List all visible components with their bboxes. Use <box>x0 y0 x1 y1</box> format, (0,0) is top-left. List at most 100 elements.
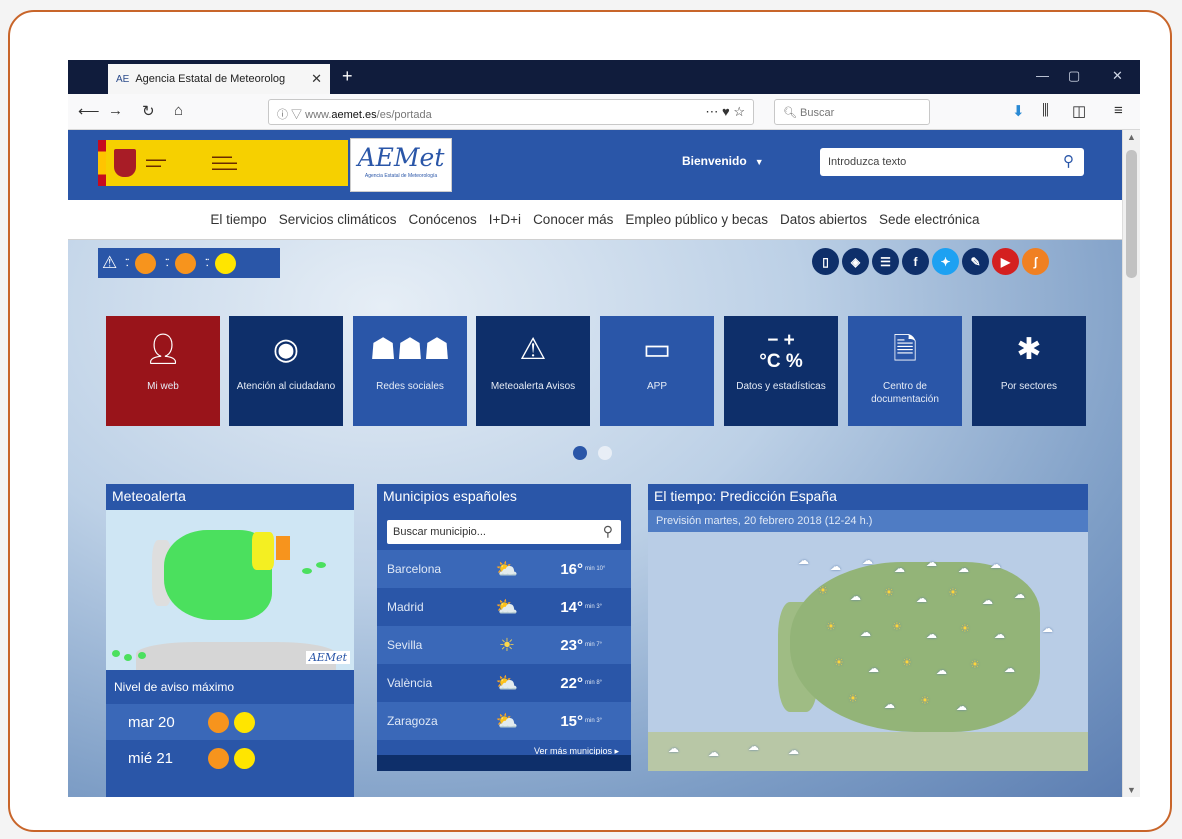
municipio-row[interactable]: Sevilla ☀ 23° min 7° <box>377 626 631 664</box>
cloud-icon: ☁ <box>884 699 895 711</box>
temp-min: min 7° <box>585 642 603 648</box>
sectors-icon: ✱ <box>1016 333 1042 366</box>
temp-max: 23° <box>560 636 583 654</box>
tile-datos-estadisticas[interactable]: − + °C % Datos y estadísticas <box>724 316 838 426</box>
menu-item-servicios-climaticos[interactable]: Servicios climáticos <box>279 212 397 227</box>
tile-centro-documentacion[interactable]: 🗎︎ Centro de documentación <box>848 316 962 426</box>
info-icon[interactable]: ⓘ ▽ <box>277 109 305 121</box>
prediccion-panel[interactable]: Previsión martes, 20 febrero 2018 (12-24… <box>648 510 1088 771</box>
warning-icon: ⚠ <box>102 253 118 272</box>
tile-por-sectores[interactable]: ✱ Por sectores <box>972 316 1086 426</box>
mobile-icon[interactable]: ▯ <box>812 248 839 275</box>
tab-aemet[interactable]: AE Agencia Estatal de Meteorolog ✕ <box>108 64 330 94</box>
alert-day-row[interactable]: mié 21 <box>106 740 354 776</box>
tab-title: Agencia Estatal de Meteorolog <box>135 73 286 85</box>
blog-icon[interactable]: ✎ <box>962 248 989 275</box>
forward-icon[interactable]: → <box>108 102 123 119</box>
menu-item-sede-electronica[interactable]: Sede electrónica <box>879 212 980 227</box>
municipio-row[interactable]: Madrid ⛅ 14° min 3° <box>377 588 631 626</box>
tile-meteoalerta-avisos[interactable]: ⚠ Meteoalerta Avisos <box>476 316 590 426</box>
menu-item-datos-abiertos[interactable]: Datos abiertos <box>780 212 867 227</box>
spain-flag-icon <box>98 140 106 186</box>
page-actions-icon[interactable]: ⋯ ♥ ☆ <box>705 104 745 120</box>
municipio-row[interactable]: Barcelona ⛅ 16° min 10° <box>377 550 631 588</box>
prediccion-title[interactable]: El tiempo: Predicción España <box>648 484 1088 510</box>
new-tab-button[interactable]: + <box>342 66 353 87</box>
alert-dot-orange <box>208 747 229 769</box>
city-name: Zaragoza <box>387 714 438 728</box>
home-icon[interactable]: ⌂ <box>174 102 183 119</box>
government-logo[interactable]: ▬▬▬▬ ▬▬▬ ▬▬▬▬ ▬▬▬▬▬ ▬▬▬▬▬ <box>98 140 348 186</box>
scroll-up-icon[interactable]: ▲ <box>1127 132 1136 142</box>
menu-icon[interactable]: ≡ <box>1114 102 1123 119</box>
scroll-down-icon[interactable]: ▼ <box>1127 785 1136 795</box>
menu-item-conocer-mas[interactable]: Conocer más <box>533 212 613 227</box>
list-icon[interactable]: ☰ <box>872 248 899 275</box>
tile-app[interactable]: ▭ APP <box>600 316 714 426</box>
library-icon[interactable]: ⫼ <box>1042 102 1049 119</box>
tile-label: Datos y estadísticas <box>736 381 826 392</box>
temp-max: 22° <box>560 674 583 692</box>
partly-cloudy-icon: ⛅ <box>495 596 519 617</box>
welcome-label: Bienvenido <box>682 154 747 168</box>
tile-mi-web[interactable]: 👤︎ Mi web <box>106 316 220 426</box>
temp-min: min 3° <box>585 604 603 610</box>
close-window-icon[interactable]: ✕ <box>1112 68 1123 84</box>
sun-icon: ☀ <box>498 634 516 655</box>
back-icon[interactable]: ⟵ <box>78 102 100 120</box>
meteoalerta-title[interactable]: Meteoalerta <box>106 484 354 510</box>
municipios-title[interactable]: Municipios españoles <box>377 484 631 510</box>
close-tab-icon[interactable]: ✕ <box>311 71 322 87</box>
cloud-icon: ☁ <box>788 745 799 757</box>
carousel-dot[interactable] <box>598 446 612 460</box>
search-icon[interactable]: ⚲ <box>603 523 613 540</box>
menu-item-el-tiempo[interactable]: El tiempo <box>210 212 266 227</box>
alert-dot-orange <box>135 252 157 274</box>
youtube-icon[interactable]: ▶ <box>992 248 1019 275</box>
alert-day-row[interactable]: mar 20 <box>106 704 354 740</box>
partly-cloudy-icon: ⛅ <box>495 710 519 731</box>
site-search-input[interactable]: Introduzca texto ⚲ <box>820 148 1084 176</box>
tile-label: Por sectores <box>1000 381 1058 392</box>
ministry-text-block: ▬▬▬▬ ▬▬▬▬▬ ▬▬▬▬▬ <box>212 154 237 172</box>
tile-redes-sociales[interactable]: ☗☗☗ Redes sociales <box>353 316 467 426</box>
sidebar-icon[interactable]: ◫ <box>1072 102 1086 120</box>
sun-icon: ☀ <box>948 587 958 599</box>
chevron-down-icon: ▼ <box>754 157 764 167</box>
browser-search-input[interactable]: 🔍︎ Buscar <box>774 99 930 125</box>
minimize-icon[interactable]: — <box>1036 68 1049 83</box>
menu-item-idi[interactable]: I+D+i <box>489 212 521 227</box>
sun-icon: ☀ <box>818 585 828 597</box>
search-icon: 🔍︎ <box>783 107 801 119</box>
facebook-icon[interactable]: f <box>902 248 929 275</box>
reload-icon[interactable]: ↻ <box>142 102 155 120</box>
maximize-icon[interactable]: ▢ <box>1068 68 1080 84</box>
tile-label: Atención al ciudadano <box>236 381 336 392</box>
scrollbar-thumb[interactable] <box>1126 150 1137 278</box>
search-icon[interactable]: ⚲ <box>1063 152 1074 170</box>
url-bar[interactable]: ⓘ ▽ www.aemet.es/es/portada ⋯ ♥ ☆ <box>268 99 754 125</box>
municipio-search-input[interactable]: Buscar municipio... ⚲ <box>387 520 621 544</box>
alert-map[interactable]: AEMet <box>106 510 354 670</box>
cloud-icon: ☁ <box>982 595 993 607</box>
rss-icon[interactable]: ʃ <box>1022 248 1049 275</box>
tile-atencion-ciudadano[interactable]: ◉ Atención al ciudadano <box>229 316 343 426</box>
menu-item-conocenos[interactable]: Conócenos <box>408 212 476 227</box>
temp-min: min 8° <box>585 680 603 686</box>
twitter-icon[interactable]: ✦ <box>932 248 959 275</box>
day-label-2: ▪▪ ▪ <box>165 257 170 269</box>
municipio-row[interactable]: Zaragoza ⛅ 15° min 3° <box>377 702 631 740</box>
download-icon[interactable]: ⬇ <box>1012 102 1025 120</box>
forecast-map[interactable]: ☁ ☁ ☁ ☁ ☁ ☁ ☁ ☀ ☁ ☀ ☁ ☀ ☁ ☁ ☀ ☁ ☀ ☁ ☀ ☁ <box>648 532 1088 771</box>
cloud-icon: ☁ <box>860 627 871 639</box>
page-scrollbar[interactable]: ▲ ▼ <box>1122 130 1140 797</box>
welcome-dropdown[interactable]: Bienvenido ▼ <box>682 154 764 168</box>
carousel-dot-active[interactable] <box>573 446 587 460</box>
aemet-logo[interactable]: AEMet Agencia Estatal de Meteorología <box>350 138 452 192</box>
municipio-row[interactable]: València ⛅ 22° min 8° <box>377 664 631 702</box>
alert-summary-bar[interactable]: ⚠ ▪▪ ▪ ▪▪ ▪ ▪▪ ▪ <box>98 248 280 278</box>
app-icon[interactable]: ◈ <box>842 248 869 275</box>
stats-minus-plus: − + <box>767 330 795 351</box>
user-icon: 👤︎ <box>143 333 183 366</box>
menu-item-empleo[interactable]: Empleo público y becas <box>625 212 768 227</box>
